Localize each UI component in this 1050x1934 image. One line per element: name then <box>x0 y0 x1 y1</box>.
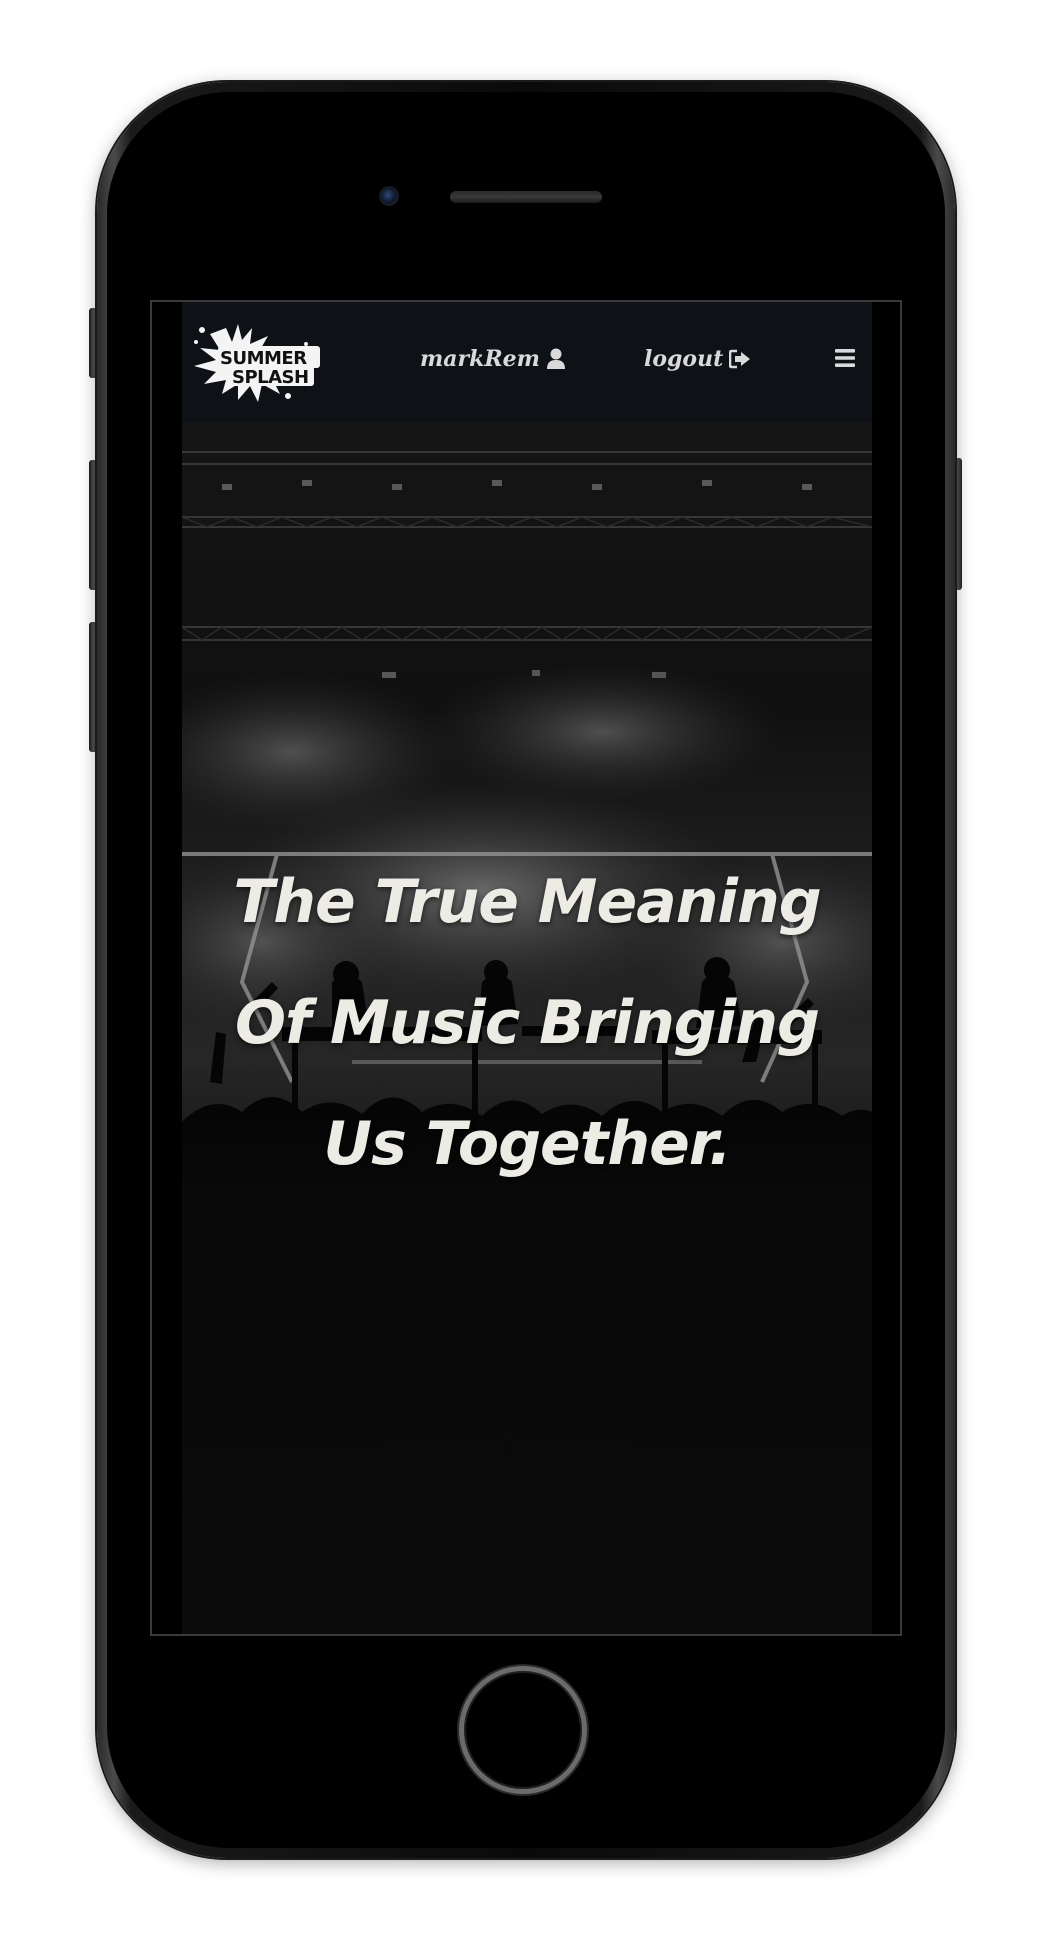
earpiece-speaker <box>450 191 602 203</box>
device-mockup: SUMMER SPLASH markRem logout The True Me… <box>0 0 1050 1934</box>
sign-out-icon <box>729 349 751 369</box>
navbar: SUMMER SPLASH markRem logout <box>182 302 872 422</box>
hamburger-menu-icon <box>835 349 855 367</box>
logout-link[interactable]: logout <box>644 346 751 372</box>
home-button <box>459 1666 587 1794</box>
nav-user-label: markRem <box>420 346 540 372</box>
phone-screen: SUMMER SPLASH markRem logout The True Me… <box>150 300 902 1636</box>
nav-user-link[interactable]: markRem <box>420 346 566 372</box>
front-camera <box>379 186 399 206</box>
summer-splash-logo[interactable]: SUMMER SPLASH <box>188 318 324 406</box>
logo-text-summer: SUMMER <box>220 348 307 369</box>
logout-label: logout <box>644 346 724 372</box>
hero-section: The True Meaning Of Music Bringing Us To… <box>182 422 872 1634</box>
logo-text-splash: SPLASH <box>232 367 309 388</box>
user-icon <box>546 348 565 369</box>
hero-headline: The True Meaning Of Music Bringing Us To… <box>233 867 821 1179</box>
web-page: SUMMER SPLASH markRem logout The True Me… <box>182 302 872 1634</box>
hamburger-menu-button[interactable] <box>834 346 856 370</box>
